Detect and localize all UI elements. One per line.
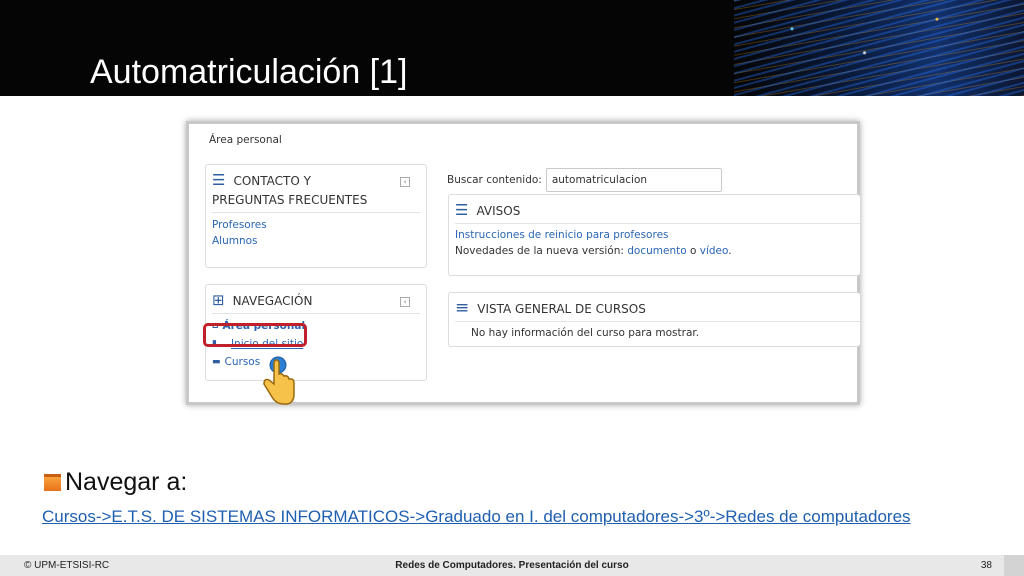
collapse-icon[interactable]: ‹ xyxy=(400,177,410,187)
sitemap-icon: ⊞ xyxy=(212,291,225,309)
news-prefix: Novedades de la nueva versión: xyxy=(455,245,628,257)
divider xyxy=(212,212,420,213)
search-input[interactable] xyxy=(545,168,722,192)
cursos-highlight-box xyxy=(203,323,307,347)
bullet-text: Navegar a: xyxy=(65,468,188,496)
news-suffix: . xyxy=(728,245,732,257)
search-row: Buscar contenido: xyxy=(447,168,722,192)
navigation-path-link[interactable]: Cursos->E.T.S. DE SISTEMAS INFORMATICOS-… xyxy=(42,507,911,527)
divider xyxy=(455,321,860,322)
news-line: Novedades de la nueva versión: documento… xyxy=(455,243,732,259)
avisos-block-header: ☰ AVISOS xyxy=(455,203,520,218)
slide-header: Automatriculación [1] xyxy=(0,0,1024,96)
navigation-block: ⊞ NAVEGACIÓN ‹ ⌂ Área personal ▮ Inicio … xyxy=(203,284,427,381)
course-overview-message: No hay información del curso para mostra… xyxy=(471,327,700,339)
avisos-block-title: AVISOS xyxy=(476,203,521,218)
contact-block-title-line2: PREGUNTAS FRECUENTES xyxy=(212,193,368,207)
divider xyxy=(212,313,420,314)
pointer-hand-icon xyxy=(263,356,295,405)
course-overview-title: VISTA GENERAL DE CURSOS xyxy=(477,301,646,316)
slide-footer: © UPM-ETSISI-RC Redes de Computadores. P… xyxy=(0,555,1024,576)
footer-corner-decoration xyxy=(1004,555,1024,576)
contact-block: ☰ CONTACTO Y ‹ PREGUNTAS FRECUENTES Prof… xyxy=(205,164,427,268)
video-link[interactable]: vídeo xyxy=(700,245,729,257)
collapse-icon[interactable]: ‹ xyxy=(400,297,410,307)
link-profesores[interactable]: Profesores xyxy=(212,217,267,233)
list-icon: ☰ xyxy=(455,201,469,219)
search-label: Buscar contenido: xyxy=(447,174,542,186)
slide-title: Automatriculación [1] xyxy=(90,53,408,91)
reset-instructions-link[interactable]: Instrucciones de reinicio para profesore… xyxy=(455,227,732,243)
link-alumnos[interactable]: Alumnos xyxy=(212,233,267,249)
document-link[interactable]: documento xyxy=(627,245,686,257)
menu-icon: ≡ xyxy=(455,298,470,318)
divider xyxy=(455,223,860,224)
breadcrumb[interactable]: Área personal xyxy=(209,134,282,146)
list-icon: ☰ xyxy=(212,171,226,189)
contact-links: Profesores Alumnos xyxy=(212,217,267,249)
bullet-icon xyxy=(44,474,61,491)
contact-block-header: ☰ CONTACTO Y xyxy=(212,173,311,188)
news-conjunction: o xyxy=(686,245,700,257)
navigation-block-title: NAVEGACIÓN xyxy=(232,293,313,308)
contact-block-title-line1: CONTACTO Y xyxy=(233,173,311,188)
fiber-optic-image xyxy=(734,0,1024,96)
footer-course-title: Redes de Computadores. Presentación del … xyxy=(395,560,629,571)
page-number: 38 xyxy=(980,560,992,571)
avisos-block: ☰ AVISOS Instrucciones de reinicio para … xyxy=(448,194,860,276)
navigation-block-header: ⊞ NAVEGACIÓN xyxy=(212,293,312,308)
moodle-screenshot: Área personal ☰ CONTACTO Y ‹ PREGUNTAS F… xyxy=(186,121,860,405)
bullet-line: Navegar a: xyxy=(44,468,187,497)
course-overview-header: ≡ VISTA GENERAL DE CURSOS xyxy=(455,298,646,318)
folder-icon: ▬ xyxy=(212,357,221,367)
avisos-body: Instrucciones de reinicio para profesore… xyxy=(455,227,732,259)
course-overview-block: ≡ VISTA GENERAL DE CURSOS No hay informa… xyxy=(448,292,860,347)
